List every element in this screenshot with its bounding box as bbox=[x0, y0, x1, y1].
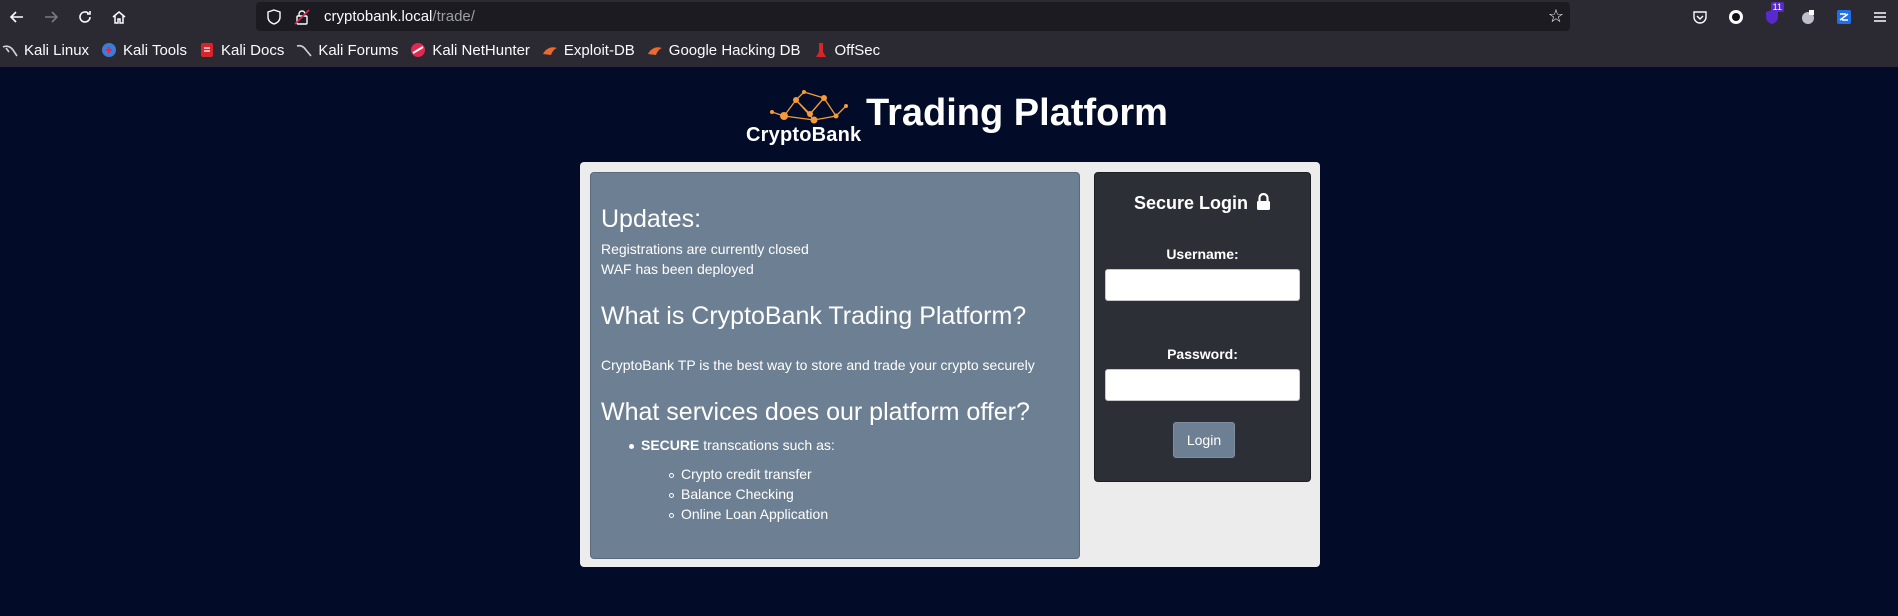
updates-heading: Updates: bbox=[601, 205, 702, 233]
offsec-icon bbox=[815, 43, 826, 57]
bookmark-label: Kali Docs bbox=[220, 41, 285, 59]
what-is-heading: What is CryptoBank Trading Platform? bbox=[601, 302, 1027, 330]
bookmark-label: Google Hacking DB bbox=[668, 41, 801, 59]
bookmark-label: Kali NetHunter bbox=[432, 41, 530, 59]
tracking-shield-icon[interactable] bbox=[266, 8, 282, 25]
padlock-icon bbox=[1257, 192, 1271, 210]
toolbar-right-icons: 11 bbox=[1682, 0, 1898, 33]
home-button[interactable] bbox=[102, 0, 136, 33]
bookmark-star-icon[interactable]: ☆ bbox=[1548, 6, 1564, 27]
url-path: /trade/ bbox=[432, 8, 475, 25]
bookmark-kali-docs[interactable]: Kali Docs bbox=[199, 42, 284, 59]
circle-extension-icon bbox=[1729, 9, 1743, 24]
bullet-circle-icon bbox=[669, 472, 674, 478]
info-card: Updates: Registrations are currently clo… bbox=[590, 172, 1080, 559]
nethunter-icon bbox=[411, 43, 426, 57]
logo-text: CryptoBank bbox=[746, 124, 862, 146]
hamburger-menu-icon bbox=[1874, 11, 1886, 22]
services-heading: What services does our platform offer? bbox=[601, 398, 1030, 426]
bookmark-kali-linux[interactable]: Kali Linux bbox=[2, 42, 89, 59]
kali-docs-icon bbox=[200, 43, 213, 57]
reload-button[interactable] bbox=[68, 0, 102, 33]
extension-badge-button[interactable]: 11 bbox=[1754, 0, 1790, 33]
bookmark-label: OffSec bbox=[834, 41, 881, 59]
service-item: Balance Checking bbox=[669, 486, 794, 502]
login-title-text: Secure Login bbox=[1133, 193, 1248, 213]
what-is-text: CryptoBank TP is the best way to store a… bbox=[601, 357, 1035, 373]
pocket-icon bbox=[1693, 10, 1707, 24]
service-item: Crypto credit transfer bbox=[669, 466, 812, 482]
url-text[interactable]: cryptobank.local/trade/ bbox=[324, 8, 475, 25]
username-label: Username: bbox=[1166, 246, 1239, 262]
bookmark-kali-nethunter[interactable]: Kali NetHunter bbox=[410, 42, 530, 59]
update-line: Registrations are currently closed bbox=[601, 241, 809, 257]
update-line: WAF has been deployed bbox=[601, 261, 754, 277]
bookmark-label: Kali Forums bbox=[318, 41, 399, 59]
password-label: Password: bbox=[1167, 346, 1238, 362]
back-button[interactable] bbox=[0, 0, 34, 33]
login-button[interactable]: Login bbox=[1173, 422, 1235, 458]
services-list: SECURE transcations such as: bbox=[629, 437, 835, 453]
extension-circle-button[interactable] bbox=[1718, 0, 1754, 33]
bookmark-label: Exploit-DB bbox=[563, 41, 635, 59]
extension-blue-button[interactable] bbox=[1826, 0, 1862, 33]
blue-extension-icon bbox=[1837, 9, 1851, 24]
url-host: cryptobank.local bbox=[324, 8, 433, 25]
bookmark-offsec[interactable]: OffSec bbox=[813, 41, 881, 59]
extension-badge-count: 11 bbox=[1770, 2, 1784, 12]
service-item: Online Loan Application bbox=[669, 506, 828, 522]
bullet-circle-icon bbox=[669, 512, 674, 518]
login-card: Secure Login Username: Password: Login bbox=[1094, 172, 1311, 482]
cryptobank-logo: CryptoBank bbox=[744, 86, 866, 146]
network-nodes-icon bbox=[770, 90, 848, 124]
ghdb-icon bbox=[647, 47, 662, 55]
puzzle-extension-icon bbox=[1802, 9, 1814, 24]
kali-dragon-icon bbox=[2, 45, 18, 57]
bookmark-kali-forums[interactable]: Kali Forums bbox=[296, 42, 398, 59]
forward-button[interactable] bbox=[34, 0, 68, 33]
page-title: Trading Platform bbox=[866, 92, 1168, 134]
bookmark-kali-tools[interactable]: Kali Tools bbox=[101, 42, 187, 59]
service-item-label: Online Loan Application bbox=[681, 506, 829, 522]
main-panel: Updates: Registrations are currently clo… bbox=[580, 162, 1320, 567]
login-title: Secure Login bbox=[1095, 192, 1310, 214]
kali-forums-icon bbox=[297, 44, 312, 57]
bullet-circle-icon bbox=[669, 492, 674, 498]
home-icon bbox=[112, 10, 126, 24]
kali-tools-icon bbox=[102, 43, 117, 57]
bookmark-exploit-db[interactable]: Exploit-DB bbox=[542, 42, 635, 59]
bookmark-label: Kali Linux bbox=[24, 41, 90, 59]
exploit-db-icon bbox=[542, 47, 557, 55]
username-input[interactable] bbox=[1105, 269, 1300, 301]
password-input[interactable] bbox=[1105, 369, 1300, 401]
browser-toolbar: cryptobank.local/trade/ ☆ 11 bbox=[0, 0, 1898, 33]
service-item-label: Crypto credit transfer bbox=[681, 466, 812, 482]
list-item: SECURE transcations such as: bbox=[629, 437, 835, 453]
arrow-left-icon bbox=[9, 10, 23, 23]
services-rest: transcations such as: bbox=[699, 437, 835, 453]
app-menu-button[interactable] bbox=[1862, 0, 1898, 33]
bookmark-label: Kali Tools bbox=[123, 41, 187, 59]
services-bold: SECURE bbox=[641, 437, 700, 453]
address-bar[interactable]: cryptobank.local/trade/ ☆ bbox=[256, 2, 1570, 31]
extension-gray-button[interactable] bbox=[1790, 0, 1826, 33]
bullet-dot-icon bbox=[629, 443, 634, 449]
bookmark-google-hacking-db[interactable]: Google Hacking DB bbox=[647, 42, 801, 59]
page-header: CryptoBank Trading Platform bbox=[744, 86, 1168, 146]
pocket-button[interactable] bbox=[1682, 0, 1718, 33]
bookmarks-toolbar: Kali Linux Kali Tools Kali Docs Kali For… bbox=[0, 33, 1898, 68]
insecure-lock-icon[interactable] bbox=[294, 8, 310, 25]
service-item-label: Balance Checking bbox=[681, 486, 794, 502]
arrow-right-icon bbox=[45, 10, 59, 23]
reload-icon bbox=[79, 10, 91, 23]
